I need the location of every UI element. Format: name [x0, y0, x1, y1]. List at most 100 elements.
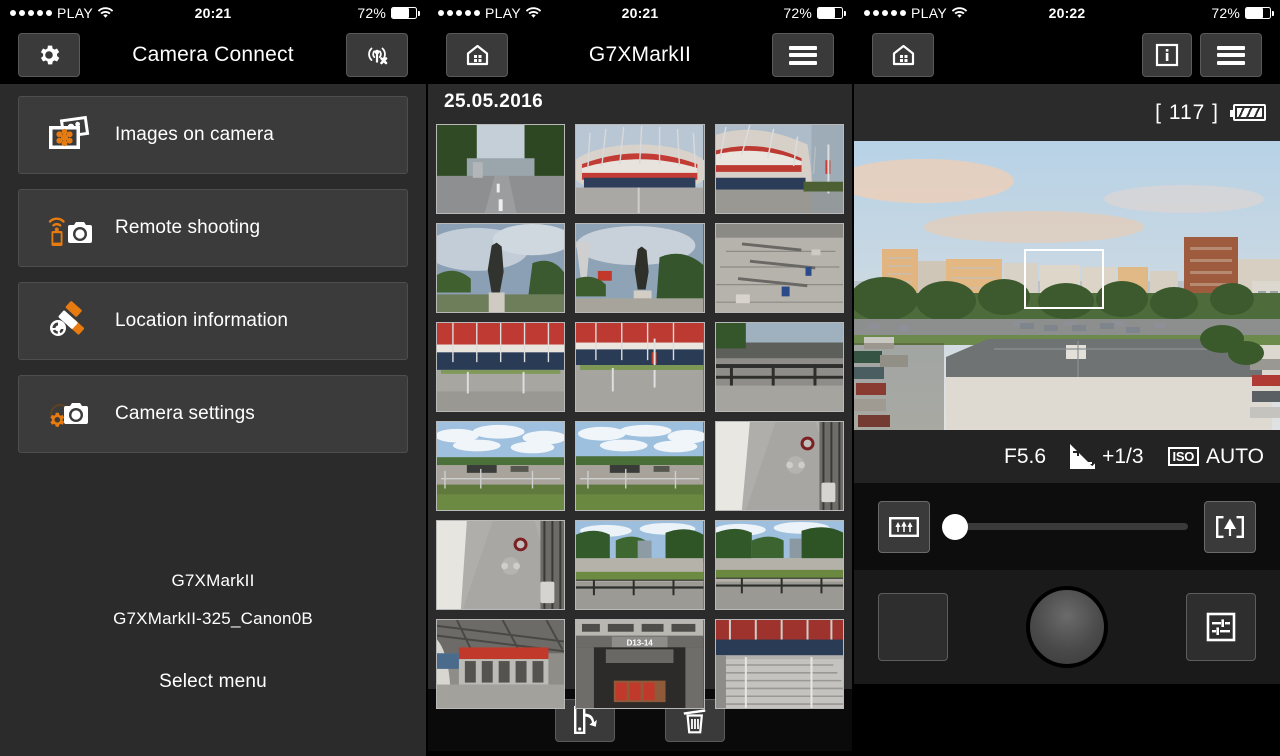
nav-right-2 [772, 33, 834, 77]
menu-button[interactable] [1200, 33, 1262, 77]
status-bar-1: PLAY 20:21 72% [0, 0, 426, 26]
nav-bar-3 [854, 26, 1280, 84]
thumbnail[interactable] [436, 520, 566, 610]
menu-item-location-information[interactable]: Location information [18, 282, 408, 360]
camera-battery-icon [1230, 104, 1266, 121]
photos-icon [35, 115, 101, 155]
zoom-wide-icon [889, 516, 919, 537]
thumbnail-grid: D13-14 [428, 119, 852, 709]
shooting-controls [854, 570, 1280, 684]
hamburger-menu-icon [789, 45, 817, 65]
thumbnail[interactable] [575, 322, 705, 412]
trash-icon [683, 709, 706, 734]
info-icon [1155, 43, 1179, 67]
shutter-button[interactable] [1026, 586, 1108, 668]
aperture-label: F5.6 [1004, 444, 1047, 468]
thumbnail[interactable] [714, 124, 844, 214]
home-icon [892, 44, 914, 66]
zoom-tele-icon [1216, 515, 1244, 538]
menu-item-images-on-camera[interactable]: Images on camera [18, 96, 408, 174]
battery-icon [1245, 7, 1274, 19]
menu-item-label: Location information [115, 310, 289, 331]
thumbnail[interactable] [436, 223, 566, 313]
battery-icon [817, 7, 846, 19]
camera-model-label: G7XMarkII [171, 571, 255, 590]
zoom-control-bar [854, 483, 1280, 570]
thumbnail[interactable] [436, 619, 566, 709]
status-bar-3: PLAY 20:22 72% [854, 0, 1280, 26]
iso-setting[interactable]: ISO AUTO [1167, 444, 1264, 469]
clock-3: 20:22 [1048, 5, 1086, 21]
thumbnail[interactable] [714, 322, 844, 412]
home-icon [466, 44, 488, 66]
panel-home: PLAY 20:21 72% Camera Connect Images on … [0, 0, 426, 756]
shooting-info-bar: [ 117 ] [854, 84, 1280, 141]
thumbnail[interactable] [436, 124, 566, 214]
home-button[interactable] [446, 33, 508, 77]
menu-item-camera-settings[interactable]: Camera settings [18, 375, 408, 453]
remote-shooting-icon [35, 207, 101, 249]
exposure-compensation[interactable]: +1/3 [1070, 444, 1144, 469]
thumbnail[interactable] [575, 520, 705, 610]
battery-icon [391, 7, 420, 19]
hamburger-menu-icon [1217, 45, 1245, 65]
thumbnail[interactable]: D13-14 [575, 619, 705, 709]
shooting-settings-button[interactable] [1186, 593, 1256, 661]
thumbnail[interactable] [714, 619, 844, 709]
menu-item-label: Images on camera [115, 124, 274, 145]
nav-bar-2: G7XMarkII [428, 26, 852, 84]
wifi-disconnect-icon [368, 47, 388, 65]
menu-item-remote-shooting[interactable]: Remote shooting [18, 189, 408, 267]
ssid-label: G7XMarkII-325_Canon0B [113, 609, 313, 628]
save-to-device-icon [574, 706, 597, 734]
iso-value-label: AUTO [1206, 444, 1264, 468]
thumbnail[interactable] [575, 421, 705, 511]
clock-1: 20:21 [194, 5, 232, 21]
info-button[interactable] [1142, 33, 1192, 77]
thumbnail[interactable] [436, 421, 566, 511]
gallery-date-header: 25.05.2016 [428, 84, 852, 119]
clock-2: 20:21 [621, 5, 659, 21]
sliders-icon [1206, 612, 1236, 642]
last-shot-preview[interactable] [878, 593, 948, 661]
date-label: 25.05.2016 [444, 90, 544, 112]
gear-button[interactable] [18, 33, 80, 77]
live-view[interactable] [854, 141, 1280, 430]
iso-icon: ISO [1167, 447, 1200, 466]
home-button[interactable] [872, 33, 934, 77]
three-panel-screenshot: PLAY 20:21 72% Camera Connect Images on … [0, 0, 1280, 756]
thumbnail[interactable] [714, 421, 844, 511]
nav-right-3 [1142, 33, 1262, 77]
status-bar-2: PLAY 20:21 72% [428, 0, 852, 26]
wifi-disconnect-button[interactable] [346, 33, 408, 77]
zoom-wide-button[interactable] [878, 500, 930, 553]
exposure-bar: F5.6 +1/3 ISO AUTO [854, 430, 1280, 483]
satellite-icon [35, 300, 101, 342]
zoom-slider-handle[interactable] [942, 513, 968, 540]
nav-bar-1: Camera Connect [0, 26, 426, 84]
thumbnail[interactable] [436, 322, 566, 412]
menu-item-label: Camera settings [115, 403, 255, 424]
panel-gallery: PLAY 20:21 72% G7XMarkII 25.05.2016 D13-… [426, 0, 854, 756]
aperture-value[interactable]: F5.6 [1004, 445, 1046, 469]
thumbnail[interactable] [714, 520, 844, 610]
menu-button[interactable] [772, 33, 834, 77]
panel-remote-shooting: PLAY 20:22 72% [117] F5.6 +1/3 ISO AUT… [854, 0, 1280, 756]
zoom-tele-button[interactable] [1204, 500, 1256, 553]
gate-label: D13-14 [627, 638, 654, 647]
thumbnail[interactable] [575, 223, 705, 313]
thumbnail[interactable] [714, 223, 844, 313]
home-menu: Images on camera Remote shooting Locatio… [0, 84, 426, 756]
zoom-slider[interactable] [942, 513, 1188, 540]
thumbnail[interactable] [575, 124, 705, 214]
connection-info: G7XMarkII G7XMarkII-325_Canon0B Select m… [18, 571, 408, 693]
shots-remaining-label: [ 117 ] [1155, 100, 1219, 124]
exposure-compensation-icon [1070, 444, 1096, 469]
nav-right-1 [346, 33, 408, 77]
select-menu-hint: Select menu [159, 671, 267, 692]
camera-settings-icon [35, 393, 101, 435]
ev-value-label: +1/3 [1102, 444, 1144, 468]
af-frame[interactable] [1024, 249, 1104, 309]
gear-icon [40, 45, 60, 65]
menu-item-label: Remote shooting [115, 217, 261, 238]
